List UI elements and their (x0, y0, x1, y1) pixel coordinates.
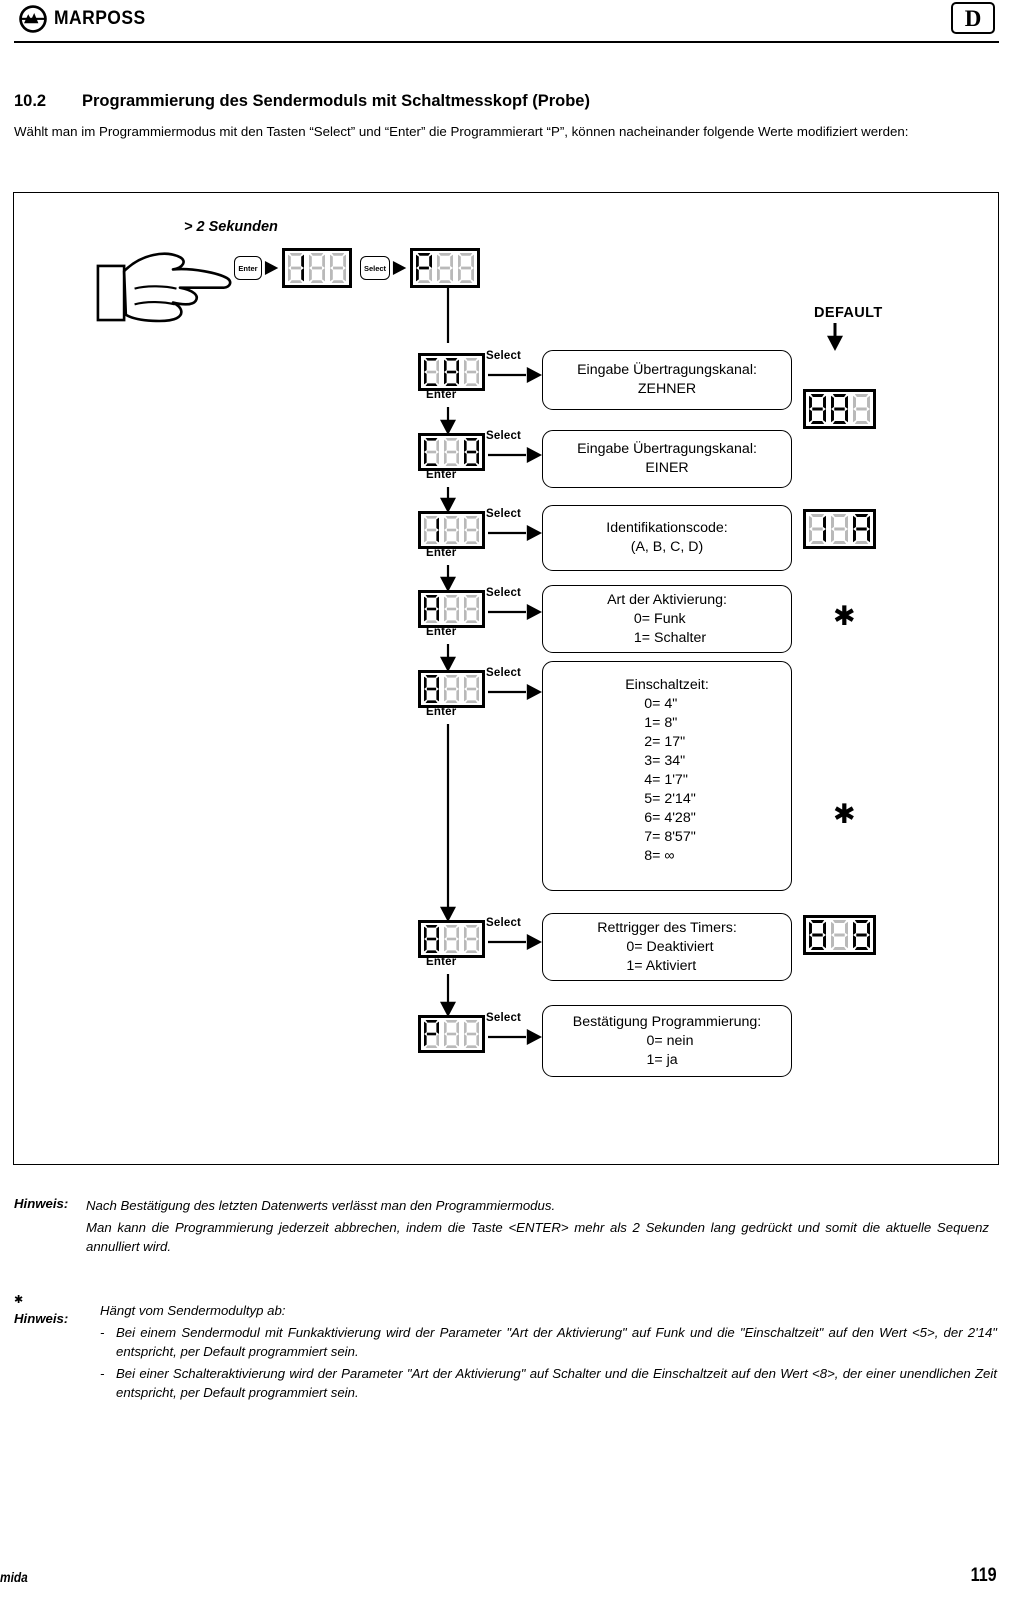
hold-duration-label: > 2 Sekunden (184, 219, 278, 235)
section-heading: 10.2 Programmierung des Sendermoduls mit… (14, 92, 994, 111)
bullet-dash: - (100, 1324, 105, 1340)
description-options-7: 0= nein 1= ja (647, 1032, 694, 1070)
option-item: 1= 8" (644, 715, 678, 731)
enter-arrow-label-2: Enter (426, 469, 457, 481)
language-badge: D (951, 2, 995, 34)
brand-logo: MARPOSS (18, 4, 154, 34)
header-divider (14, 41, 999, 44)
step-display-5 (418, 670, 485, 708)
option-item: 0= Deaktiviert (626, 938, 714, 955)
enter-arrow-label-3: Enter (426, 547, 457, 559)
option-item: 0= nein (646, 1032, 694, 1049)
option-item: 1= ja (646, 1051, 678, 1068)
programming-flow-diagram: > 2 Sekunden Enter Select DEFAULT Select Eing… (13, 192, 999, 1165)
section-title: Programmierung des Sendermoduls mit Scha… (82, 92, 590, 110)
default-asterisk-4: ✱ (833, 601, 856, 631)
enter-key-button[interactable]: Enter (234, 256, 262, 280)
description-heading-1: Eingabe Übertragungskanal: (577, 362, 757, 378)
bullet-text: Bei einer Schalteraktivierung wird der P… (116, 1365, 997, 1401)
bullet-dash: - (100, 1365, 105, 1381)
option-item: 6= 4'28" (644, 810, 696, 826)
option-item: 2= 17" (644, 734, 686, 750)
brand-name: MARPOSS (54, 8, 146, 29)
start-display-programming (410, 248, 480, 288)
default-display-6 (803, 915, 876, 955)
select-arrow-label-6: Select (486, 917, 522, 929)
description-heading-3: Identifikationscode: (606, 520, 728, 536)
default-asterisk-5: ✱ (833, 799, 856, 829)
note-2-lead: Hängt vom Sendermodultyp ab: (100, 1303, 286, 1318)
description-subtext-2: EINER (645, 460, 689, 476)
note-text-1: Nach Bestätigung des letzten Datenwerts … (86, 1198, 556, 1213)
step-display-6 (418, 920, 485, 958)
enter-arrow-label-6: Enter (426, 956, 457, 968)
start-display-identification (282, 248, 352, 288)
note-label: Hinweis: (14, 1196, 69, 1211)
asterisk-marker: ✱ (14, 1294, 24, 1306)
description-heading-2: Eingabe Übertragungskanal: (577, 441, 757, 457)
enter-arrow-label-4: Enter (426, 626, 457, 638)
default-display-1 (803, 389, 876, 429)
page-header: MARPOSS D (0, 0, 1013, 48)
enter-arrow-label-1: Enter (426, 389, 457, 401)
step-display-1 (418, 353, 485, 391)
note-2-bullet-2: - Bei einer Schalteraktivierung wird der… (100, 1364, 997, 1403)
enter-arrow-label-5: Enter (426, 706, 457, 718)
footer-brand: mida (0, 1569, 28, 1585)
section-number: 10.2 (14, 92, 47, 110)
step-display-7 (418, 1015, 485, 1053)
description-subtext-1: ZEHNER (637, 381, 697, 397)
select-arrow-label-5: Select (486, 667, 522, 679)
select-arrow-label-2: Select (486, 430, 522, 442)
description-heading-4: Art der Aktivierung: (607, 591, 727, 608)
step-display-3 (418, 511, 485, 549)
description-heading-7: Bestätigung Programmierung: (572, 1013, 762, 1030)
note-2-bullet-1: - Bei einem Sendermodul mit Funkaktivier… (100, 1323, 997, 1362)
select-arrow-label-3: Select (486, 508, 522, 520)
option-item: 1= Aktiviert (626, 957, 697, 974)
select-arrow-label-1: Select (486, 350, 522, 362)
note-2-body: Hängt vom Sendermodultyp ab: - Bei einem… (100, 1301, 997, 1403)
description-box-5: Einschaltzeit: 0= 4" 1= 8" 2= 17" 3= 34" 4= 1… (542, 661, 792, 891)
option-item: 7= 8'57" (644, 829, 696, 845)
note-label-2: Hinweis: (14, 1311, 69, 1326)
step-display-4 (418, 590, 485, 628)
note-line-1: Hinweis: Nach Bestätigung des letzten Da… (0, 1196, 1013, 1216)
option-item: 0= Funk (633, 610, 686, 627)
note-label-spacer (0, 1218, 86, 1257)
select-arrow-label-4: Select (486, 587, 522, 599)
description-subtext-3: (A, B, C, D) (630, 539, 704, 555)
note-block-1: Hinweis: Nach Bestätigung des letzten Da… (0, 1196, 1013, 1259)
option-item: 1= Schalter (633, 629, 707, 646)
description-heading-5: Einschaltzeit: (625, 677, 709, 693)
description-box-6: Rettrigger des Timers: 0= Deaktiviert 1= A… (542, 913, 792, 981)
option-item: 3= 34" (644, 753, 686, 769)
select-key-button[interactable]: Select (360, 256, 390, 280)
option-item: 4= 1'7" (644, 772, 688, 788)
default-column-label: DEFAULT (814, 305, 883, 321)
description-box-4: Art der Aktivierung: 0= Funk 1= Schalter (542, 585, 792, 653)
description-box-3: Identifikationscode: (A, B, C, D) (542, 505, 792, 571)
note-line-2: Man kann die Programmierung jederzeit ab… (0, 1218, 1013, 1257)
select-arrow-label-7: Select (486, 1012, 522, 1024)
step-display-2 (418, 433, 485, 471)
option-item: 8= ∞ (644, 848, 675, 864)
default-display-3 (803, 509, 876, 549)
description-options-6: 0= Deaktiviert 1= Aktiviert (626, 938, 713, 976)
section-intro: Wählt man im Programmiermodus mit den Ta… (14, 124, 909, 139)
option-item: 5= 2'14" (644, 791, 696, 807)
description-options-4: 0= Funk 1= Schalter (634, 610, 706, 648)
description-heading-6: Rettrigger des Timers: (597, 919, 737, 936)
marposs-emblem-icon (19, 5, 47, 33)
description-box-7: Bestätigung Programmierung: 0= nein 1= ja (542, 1005, 792, 1077)
pointing-hand-icon (96, 252, 232, 323)
description-box-1: Eingabe Übertragungskanal: ZEHNER (542, 350, 792, 410)
description-box-2: Eingabe Übertragungskanal: EINER (542, 430, 792, 488)
note-text-2: Man kann die Programmierung jederzeit ab… (86, 1219, 989, 1255)
option-item: 0= 4" (644, 696, 678, 712)
page-number: 119 (970, 1565, 997, 1586)
description-options-5: 0= 4" 1= 8" 2= 17" 3= 34" 4= 1'7" 5= 2'14" 6= … (644, 695, 696, 866)
bullet-text: Bei einem Sendermodul mit Funkaktivierun… (116, 1324, 997, 1360)
